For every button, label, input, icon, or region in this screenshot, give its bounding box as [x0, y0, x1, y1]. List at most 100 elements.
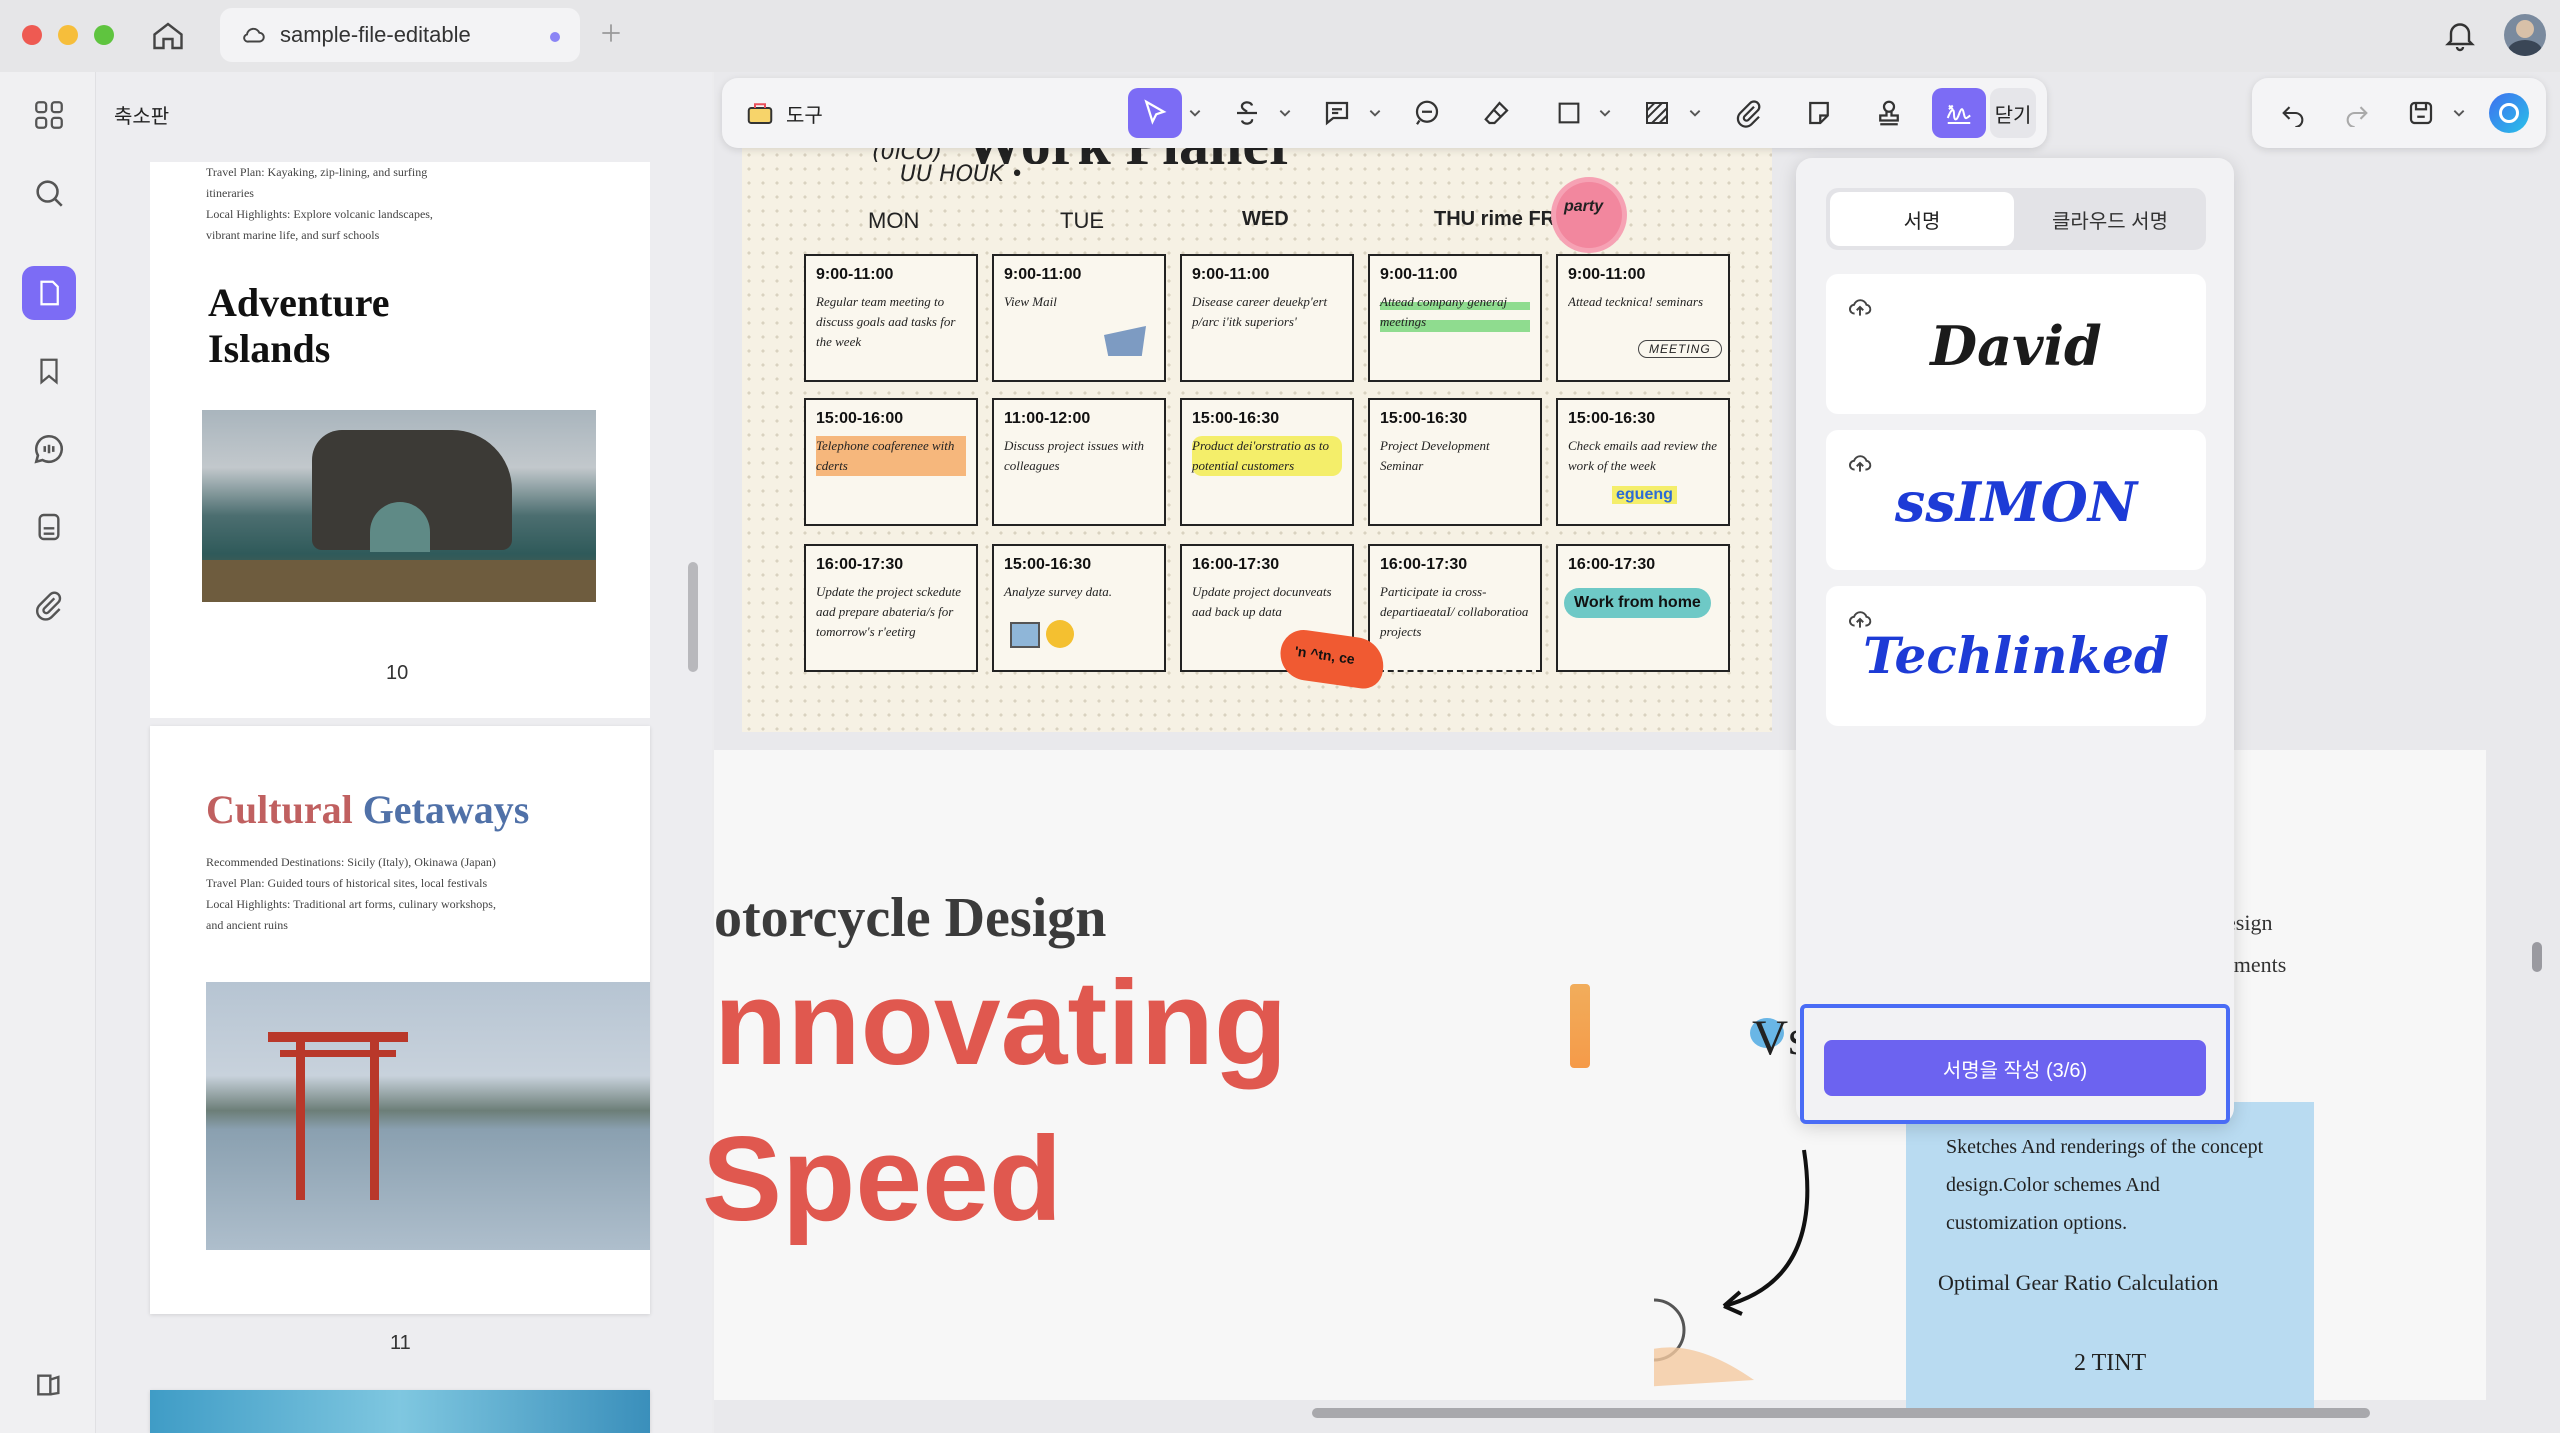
- schedule-cell: 15:00-16:30 Check emails aad review the w…: [1556, 398, 1730, 526]
- right-toolbar: [2252, 78, 2546, 148]
- page-thumbnail-12[interactable]: [150, 1390, 650, 1433]
- schedule-cell: 16:00-17:30 Work from home: [1556, 544, 1730, 672]
- new-tab-icon[interactable]: [598, 20, 624, 46]
- signature-icon: [1946, 104, 1971, 124]
- select-tool[interactable]: [1128, 88, 1182, 138]
- cursor-icon: [1144, 99, 1167, 125]
- chevron-down-icon[interactable]: [1368, 106, 1382, 120]
- schedule-cell: 15:00-16:30 Product dei'orstratio as to p…: [1180, 398, 1354, 526]
- note-tool[interactable]: [1310, 88, 1364, 138]
- ai-icon: [2489, 93, 2529, 133]
- day-label: TUE: [1060, 208, 1104, 233]
- schedule-cell: 9:00-11:00 Attead tecknica! seminars MEET…: [1556, 254, 1730, 382]
- info-box-footer: 2 TINT: [2074, 1350, 2147, 1376]
- close-toolbar-button[interactable]: 닫기: [1990, 88, 2036, 138]
- panel-title: 축소판: [114, 106, 170, 128]
- signature-card[interactable]: David: [1826, 274, 2206, 414]
- chevron-down-icon[interactable]: [2452, 106, 2466, 120]
- annotation-toolbar: 도구 닫기: [722, 78, 2047, 148]
- paperclip-icon: [1736, 100, 1761, 128]
- egueng-sticker: egueng: [1612, 486, 1677, 504]
- page-thumbnail-10[interactable]: Travel Plan: Kayaking, zip-lining, and s…: [150, 162, 650, 718]
- sea-arch-image: [202, 410, 596, 602]
- tools-button[interactable]: 도구: [744, 92, 823, 134]
- bell-icon[interactable]: [2442, 16, 2478, 54]
- handwriting-note: UU HOUK •: [900, 162, 1024, 187]
- home-icon[interactable]: [150, 18, 186, 54]
- left-rail: [0, 72, 96, 1433]
- info-box: Sketches And renderings of the concept d…: [1906, 1102, 2314, 1412]
- headline-line-2: Speed: [702, 1112, 1063, 1246]
- schedule-cell: 15:00-16:30 Analyze survey data.: [992, 544, 1166, 672]
- grid-icon[interactable]: [26, 92, 72, 138]
- toolbox-icon: [744, 98, 776, 128]
- chevron-down-icon[interactable]: [1278, 106, 1292, 120]
- schedule-cell: 15:00-16:00 Telephone coaferenee with cde…: [804, 398, 978, 526]
- save-button[interactable]: [2394, 88, 2448, 138]
- signature-card[interactable]: Techlinked: [1826, 586, 2206, 726]
- signature-tool[interactable]: [1932, 88, 1986, 138]
- bookmark-icon[interactable]: [26, 348, 72, 394]
- strikethrough-tool[interactable]: [1220, 88, 1274, 138]
- stamp-tool[interactable]: [1862, 88, 1916, 138]
- day-label: WED: [1242, 208, 1289, 230]
- schedule-cell: 11:00-12:00 Discuss project issues with c…: [992, 398, 1166, 526]
- create-signature-button[interactable]: 서명을 작성 (3/6): [1824, 1040, 2206, 1096]
- main-vertical-scrollbar[interactable]: [2532, 942, 2542, 972]
- undo-button[interactable]: [2266, 88, 2320, 138]
- main-horizontal-scrollbar[interactable]: [1312, 1408, 2370, 1418]
- page-thumbnail-11[interactable]: Cultural Getaways Recommended Destinatio…: [150, 726, 650, 1314]
- info-box-text: Sketches And renderings of the concept d…: [1946, 1136, 2264, 1234]
- signature-panel: 서명 클라우드 서명 David ssIMON Techlinked 서명을 작…: [1796, 158, 2234, 1124]
- signature-text: Techlinked: [1863, 626, 2169, 685]
- schedule-cell: 9:00-11:00 Attead company generaj meeting…: [1368, 254, 1542, 382]
- area-highlight-tool[interactable]: [1630, 88, 1684, 138]
- hatch-icon: [1646, 102, 1668, 124]
- speech-bubble-icon: [1415, 100, 1439, 125]
- thumbnails-icon[interactable]: [22, 266, 76, 320]
- unsaved-dot: [550, 32, 560, 42]
- eraser-tool[interactable]: [1470, 88, 1524, 138]
- planner-page: (0iCO) UU HOUK • Work Planer MON TUE WED…: [742, 111, 1772, 732]
- search-icon[interactable]: [26, 170, 72, 216]
- note-icon: [1325, 101, 1349, 126]
- work-from-home-sticker: Work from home: [1564, 588, 1711, 618]
- layers-icon[interactable]: [26, 1362, 72, 1408]
- thumbnail-scrollbar[interactable]: [688, 562, 698, 672]
- chevron-down-icon[interactable]: [1598, 106, 1612, 120]
- attach-tool[interactable]: [1722, 88, 1776, 138]
- avatar[interactable]: [2504, 14, 2546, 56]
- comment-tool[interactable]: [1400, 88, 1454, 138]
- strikethrough-icon: [1237, 101, 1257, 125]
- orange-accent: [1570, 984, 1590, 1068]
- tab-cloud-signature[interactable]: 클라우드 서명: [2018, 192, 2202, 246]
- signature-text: ssIMON: [1894, 470, 2138, 534]
- page-number-11: 11: [390, 1332, 411, 1354]
- comment-icon[interactable]: [26, 426, 72, 472]
- stamp-icon: [1879, 100, 1899, 126]
- chevron-down-icon[interactable]: [1688, 106, 1702, 120]
- day-label: MON: [868, 208, 920, 233]
- ai-assistant-button[interactable]: [2482, 88, 2536, 138]
- form-icon[interactable]: [26, 504, 72, 550]
- tab-signature[interactable]: 서명: [1830, 192, 2014, 246]
- schedule-cell: 15:00-16:30 Project Development Seminar: [1368, 398, 1542, 526]
- shape-tool[interactable]: [1542, 88, 1596, 138]
- save-icon: [2409, 101, 2433, 125]
- attachment-icon[interactable]: [26, 582, 72, 628]
- document-tab[interactable]: sample-file-editable: [220, 8, 580, 62]
- thumb-text: Travel Plan: Kayaking, zip-lining, and s…: [206, 165, 433, 242]
- tab-title: sample-file-editable: [280, 22, 471, 47]
- day-label: THU rime FRI: [1434, 208, 1561, 230]
- redo-button[interactable]: [2330, 88, 2384, 138]
- minimize-window-button[interactable]: [58, 25, 78, 45]
- thumb-title: Cultural Getaways: [206, 787, 530, 832]
- sticker-tool[interactable]: [1792, 88, 1846, 138]
- zoom-window-button[interactable]: [94, 25, 114, 45]
- eraser-icon: [1484, 101, 1509, 125]
- chart-sticker: [1010, 622, 1040, 648]
- close-window-button[interactable]: [22, 25, 42, 45]
- chevron-down-icon[interactable]: [1188, 106, 1202, 120]
- signature-card[interactable]: ssIMON: [1826, 430, 2206, 570]
- cloud-icon: [240, 22, 268, 48]
